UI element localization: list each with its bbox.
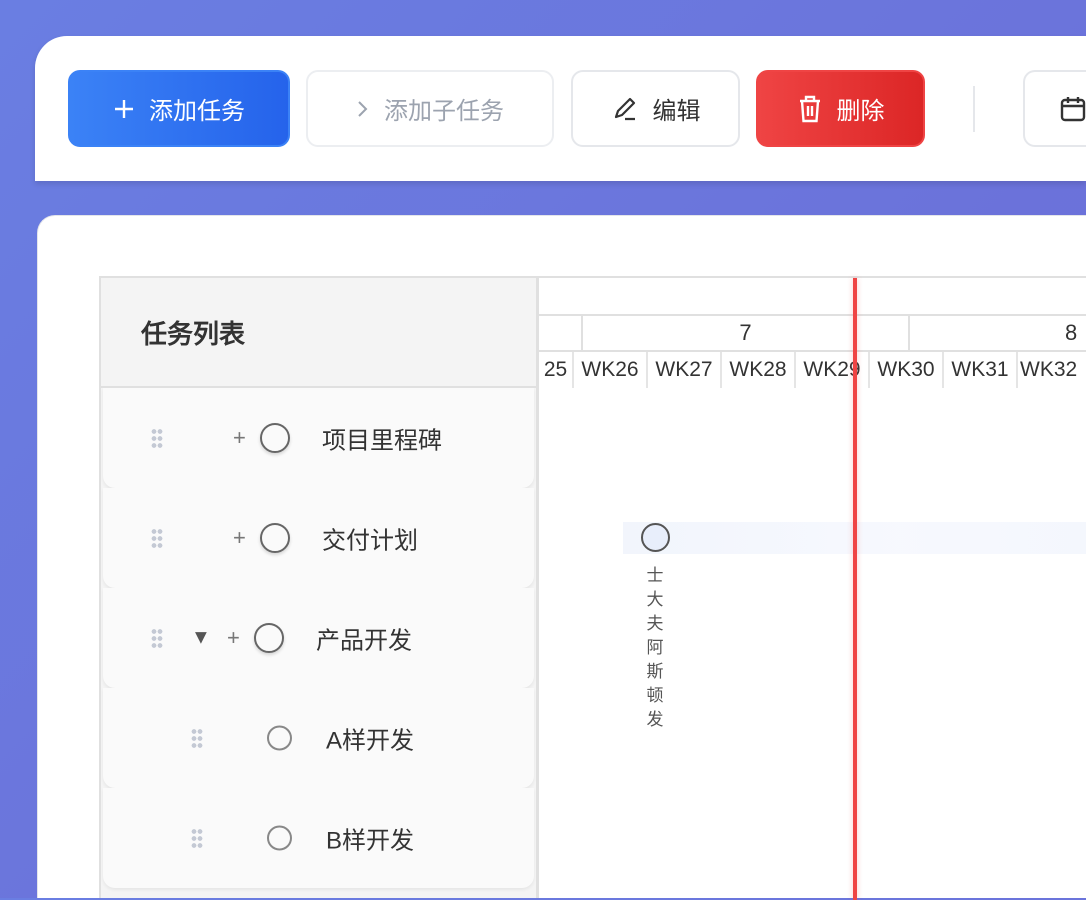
toolbar: 添加任务 添加子任务 编辑 删除 xyxy=(35,36,1086,181)
timeline-chart: 7 8 25 WK26 WK27 WK28 WK29 WK30 WK31 WK3… xyxy=(539,276,1086,900)
delete-label: 删除 xyxy=(836,98,885,125)
milestone-label: 士大夫阿斯顿发 xyxy=(646,566,664,729)
calendar-icon xyxy=(1060,96,1086,121)
task-name: A样开发 xyxy=(326,727,415,755)
chevron-right-icon xyxy=(358,100,368,117)
task-row[interactable]: B样开发 xyxy=(103,788,534,888)
task-name: B样开发 xyxy=(326,827,415,855)
week-cell: WK31 xyxy=(942,352,1016,388)
week-cell: WK26 xyxy=(572,352,646,388)
delete-button[interactable]: 删除 xyxy=(756,70,925,147)
add-subtask-button[interactable]: 添加子任务 xyxy=(306,70,554,147)
month-cell xyxy=(539,316,581,350)
week-cell: WK32 xyxy=(1016,352,1086,388)
week-cell: WK27 xyxy=(646,352,720,388)
add-task-label: 添加任务 xyxy=(149,98,245,125)
status-circle-icon[interactable] xyxy=(267,725,292,751)
task-name: 交付计划 xyxy=(322,527,418,555)
status-circle-icon[interactable] xyxy=(254,623,284,653)
trash-icon xyxy=(799,95,820,122)
month-header: 7 8 xyxy=(539,314,1086,352)
task-row[interactable]: A样开发 xyxy=(103,688,534,788)
task-name: 项目里程碑 xyxy=(322,427,442,455)
drag-handle-icon[interactable] xyxy=(151,528,163,548)
toolbar-divider xyxy=(973,86,975,132)
week-header: 25 WK26 WK27 WK28 WK29 WK30 WK31 WK32 xyxy=(539,352,1086,388)
collapse-triangle-icon[interactable]: ▼ xyxy=(191,627,211,650)
status-circle-icon[interactable] xyxy=(267,825,292,851)
pencil-icon xyxy=(614,97,635,120)
month-cell: 8 xyxy=(908,316,1086,350)
add-child-icon[interactable]: + xyxy=(227,625,240,651)
status-circle-icon[interactable] xyxy=(260,423,290,453)
task-name: 产品开发 xyxy=(316,627,412,655)
week-cell: WK28 xyxy=(720,352,794,388)
edit-button[interactable]: 编辑 xyxy=(571,70,740,147)
drag-handle-icon[interactable] xyxy=(151,628,163,648)
month-cell: 7 xyxy=(581,316,908,350)
drag-handle-icon[interactable] xyxy=(191,728,203,748)
drag-handle-icon[interactable] xyxy=(151,428,163,448)
add-child-icon[interactable]: + xyxy=(233,525,246,551)
week-cell: WK30 xyxy=(868,352,942,388)
plus-icon xyxy=(115,99,133,118)
week-cell: 25 xyxy=(543,358,568,381)
calendar-button[interactable] xyxy=(1023,70,1086,147)
today-line xyxy=(853,278,857,900)
task-row[interactable]: + 项目里程碑 xyxy=(103,388,534,488)
milestone-marker[interactable] xyxy=(641,523,670,552)
task-list-panel: 任务列表 + 项目里程碑 + 交付计划 ▼ + 产品开发 A样开发 B样开发 xyxy=(99,276,539,898)
task-row[interactable]: ▼ + 产品开发 xyxy=(103,588,534,688)
add-task-button[interactable]: 添加任务 xyxy=(68,70,290,147)
add-subtask-label: 添加子任务 xyxy=(384,98,504,125)
edit-label: 编辑 xyxy=(652,98,701,125)
status-circle-icon[interactable] xyxy=(260,523,290,553)
drag-handle-icon[interactable] xyxy=(191,828,203,848)
task-row[interactable]: + 交付计划 xyxy=(103,488,534,588)
task-list-title: 任务列表 xyxy=(101,278,536,388)
add-child-icon[interactable]: + xyxy=(233,425,246,451)
